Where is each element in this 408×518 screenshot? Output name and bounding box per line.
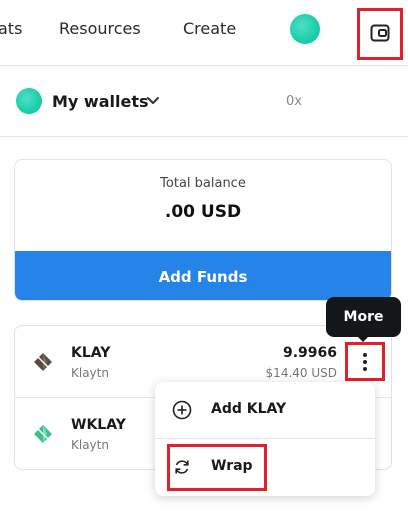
token-amount: 9.9966 <box>282 345 337 361</box>
klay-logo-icon <box>34 353 52 371</box>
add-circle-icon <box>172 400 192 420</box>
more-options-button[interactable] <box>345 342 385 381</box>
wklay-logo-icon <box>34 425 52 443</box>
menu-item-add-klay[interactable]: Add KLAY <box>155 382 375 439</box>
menu-item-label: Add KLAY <box>211 401 287 417</box>
wallet-avatar <box>16 88 42 114</box>
total-balance-value: .00 USD <box>164 202 242 222</box>
wrap-highlight-box <box>167 444 267 491</box>
nav-link-partial[interactable]: ats <box>0 19 22 38</box>
total-balance-label: Total balance <box>160 176 246 191</box>
token-symbol: WKLAY <box>71 417 126 433</box>
token-symbol: KLAY <box>71 345 111 361</box>
top-nav: ats Resources Create <box>0 0 408 66</box>
kebab-menu-icon <box>363 353 367 371</box>
nav-link-create[interactable]: Create <box>183 19 236 38</box>
token-fiat-value: $14.40 USD <box>265 366 337 380</box>
tooltip-arrow <box>357 336 369 342</box>
wallet-address[interactable]: 0x <box>286 94 302 109</box>
balance-card: Total balance .00 USD Add Funds <box>14 159 392 301</box>
nav-link-resources[interactable]: Resources <box>59 19 141 38</box>
wallet-selector[interactable]: My wallets <box>52 92 149 111</box>
wallet-selector-row: My wallets 0x <box>0 67 408 137</box>
wallet-icon <box>370 24 390 42</box>
more-tooltip: More <box>326 297 401 337</box>
add-funds-button[interactable]: Add Funds <box>15 251 391 300</box>
account-avatar[interactable] <box>290 14 320 44</box>
chevron-down-icon[interactable] <box>146 96 160 106</box>
token-network: Klaytn <box>71 366 109 380</box>
wallet-button[interactable] <box>357 8 403 60</box>
token-network: Klaytn <box>71 438 109 452</box>
